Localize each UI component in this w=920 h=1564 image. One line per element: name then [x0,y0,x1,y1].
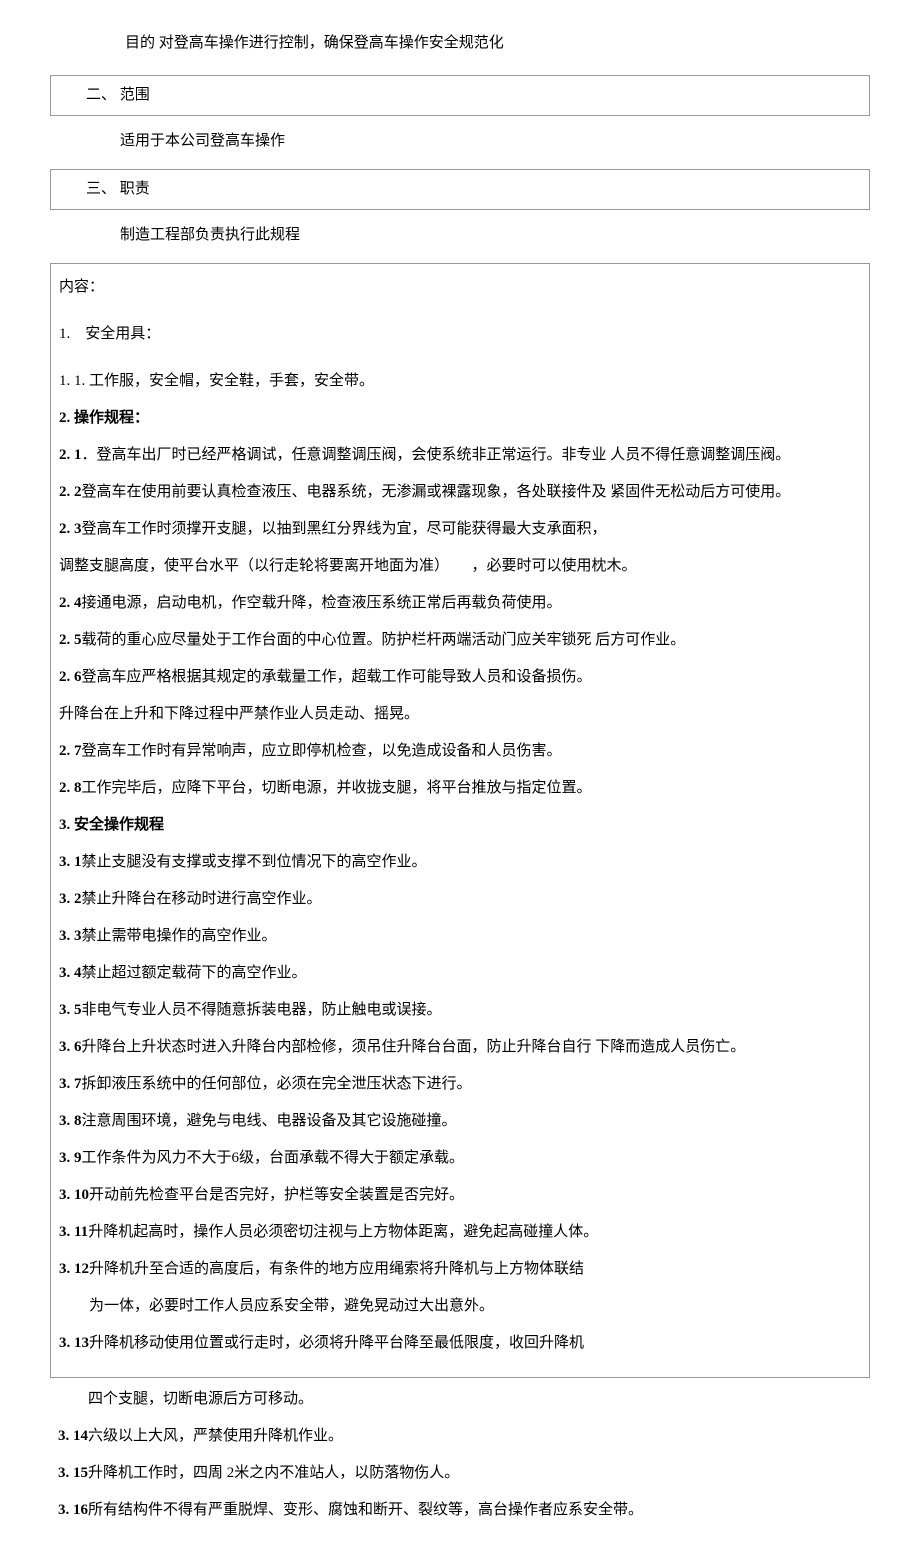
after-box-content: 四个支腿，切断电源后方可移动。 3. 14六级以上大风，严禁使用升降机作业。 3… [50,1386,870,1524]
item-3-9: 3. 9工作条件为风力不大于6级，台面承载不得大于额定承载。 [59,1145,861,1172]
item-3-6-num: 3. 6 [59,1039,82,1055]
item-3-4-num: 3. 4 [59,965,82,981]
item-1-1: 1. 1. 工作服，安全帽，安全鞋，手套，安全带。 [59,368,861,395]
section-2-header: 二、 范围 [50,75,870,116]
item-3-13: 3. 13升降机移动使用位置或行走时，必须将升降平台降至最低限度，收回升降机 [59,1330,861,1357]
section-2-label: 二、 范围 [86,82,859,109]
item-3-2-num: 3. 2 [59,891,82,907]
item-3-16-num: 3. 16 [58,1502,88,1518]
item-3-11-num: 3. 11 [59,1224,88,1240]
item-2-7-num: 2. 7 [59,743,82,759]
section-3-header: 三、 职责 [50,169,870,210]
section-2-content: 适用于本公司登高车操作 [120,128,870,155]
item-2-4: 2. 4接通电源，启动电机，作空载升降，检查液压系统正常后再载负荷使用。 [59,590,861,617]
item-3-4: 3. 4禁止超过额定载荷下的高空作业。 [59,960,861,987]
item-3-8: 3. 8注意周围环境，避免与电线、电器设备及其它设施碰撞。 [59,1108,861,1135]
item-3-12: 3. 12升降机升至合适的高度后，有条件的地方应用绳索将升降机与上方物体联结 [59,1256,861,1283]
item-3-2: 3. 2禁止升降台在移动时进行高空作业。 [59,886,861,913]
content-box: 内容： 1. 安全用具： 1. 1. 工作服，安全帽，安全鞋，手套，安全带。 2… [50,263,870,1378]
item-2-6-text: 登高车应严格根据其规定的承载量工作，超载工作可能导致人员和设备损伤。 [82,669,592,685]
item-2-5-text: 载荷的重心应尽量处于工作台面的中心位置。防护栏杆两端活动门应关牢锁死 后方可作业… [82,632,686,648]
item-2-1-num: 2. 1 [59,447,82,463]
item-3-5-num: 3. 5 [59,1002,82,1018]
section-3-content: 制造工程部负责执行此规程 [120,222,870,249]
item-3-6: 3. 6升降台上升状态时进入升降台内部检修，须吊住升降台台面，防止升降台自行 下… [59,1034,861,1061]
item-3-10-text: 开动前先检查平台是否完好，护栏等安全装置是否完好。 [89,1187,464,1203]
item-3-1: 3. 1禁止支腿没有支撑或支撑不到位情况下的高空作业。 [59,849,861,876]
item-3-12-text: 升降机升至合适的高度后，有条件的地方应用绳索将升降机与上方物体联结 [89,1261,584,1277]
item-2-3: 2. 3登高车工作时须撑开支腿，以抽到黑红分界线为宜，尽可能获得最大支承面积， [59,516,861,543]
item-3-4-text: 禁止超过额定载荷下的高空作业。 [82,965,307,981]
item-3-16: 3. 16所有结构件不得有严重脱焊、变形、腐蚀和断开、裂纹等，高台操作者应系安全… [58,1497,870,1524]
item-2-5: 2. 5载荷的重心应尽量处于工作台面的中心位置。防护栏杆两端活动门应关牢锁死 后… [59,627,861,654]
item-3-11: 3. 11升降机起高时，操作人员必须密切注视与上方物体距离，避免起高碰撞人体。 [59,1219,861,1246]
item-3-1-num: 3. 1 [59,854,82,870]
item-2-3-num: 2. 3 [59,521,82,537]
item-2-6: 2. 6登高车应严格根据其规定的承载量工作，超载工作可能导致人员和设备损伤。 [59,664,861,691]
item-2-2: 2. 2登高车在使用前要认真检查液压、电器系统，无渗漏或裸露现象，各处联接件及 … [59,479,861,506]
item-3-8-num: 3. 8 [59,1113,82,1129]
item-2-1: 2. 1．登高车出厂时已经严格调试，任意调整调压阀，会使系统非正常运行。非专业 … [59,442,861,469]
section-1-title: 1. 安全用具： [59,321,861,348]
item-3-14-text: 六级以上大风，严禁使用升降机作业。 [88,1428,343,1444]
item-2-8-text: 工作完毕后，应降下平台，切断电源，并收拢支腿，将平台推放与指定位置。 [82,780,592,796]
item-3-15-num: 3. 15 [58,1465,88,1481]
item-2-4-num: 2. 4 [59,595,82,611]
item-3-11-text: 升降机起高时，操作人员必须密切注视与上方物体距离，避免起高碰撞人体。 [88,1224,598,1240]
item-2-1-text: ．登高车出厂时已经严格调试，任意调整调压阀，会使系统非正常运行。非专业 人员不得… [82,447,791,463]
item-3-15: 3. 15升降机工作时，四周 2米之内不准站人，以防落物伤人。 [58,1460,870,1487]
item-3-16-text: 所有结构件不得有严重脱焊、变形、腐蚀和断开、裂纹等，高台操作者应系安全带。 [88,1502,643,1518]
item-2-7-text: 登高车工作时有异常响声，应立即停机检查，以免造成设备和人员伤害。 [82,743,562,759]
item-2-6-num: 2. 6 [59,669,82,685]
item-3-7-text: 拆卸液压系统中的任何部位，必须在完全泄压状态下进行。 [82,1076,472,1092]
item-3-14: 3. 14六级以上大风，严禁使用升降机作业。 [58,1423,870,1450]
section-3-label: 三、 职责 [86,176,859,203]
item-3-12b: 为一体，必要时工作人员应系安全带，避免晃动过大出意外。 [89,1293,861,1320]
item-3-9-text: 工作条件为风力不大于6级，台面承载不得大于额定承载。 [82,1150,465,1166]
item-3-15-text: 升降机工作时，四周 2米之内不准站人，以防落物伤人。 [88,1465,459,1481]
item-3-10-num: 3. 10 [59,1187,89,1203]
item-3-13b: 四个支腿，切断电源后方可移动。 [88,1386,870,1413]
item-2-3b: 调整支腿高度，使平台水平（以行走轮将要离开地面为准） ，必要时可以使用枕木。 [59,553,861,580]
content-title: 内容： [59,274,861,301]
item-3-13-num: 3. 13 [59,1335,89,1351]
item-2-5-num: 2. 5 [59,632,82,648]
item-2-7: 2. 7登高车工作时有异常响声，应立即停机检查，以免造成设备和人员伤害。 [59,738,861,765]
item-2-8-num: 2. 8 [59,780,82,796]
item-3-3-num: 3. 3 [59,928,82,944]
item-3-2-text: 禁止升降台在移动时进行高空作业。 [82,891,322,907]
item-2-4-text: 接通电源，启动电机，作空载升降，检查液压系统正常后再载负荷使用。 [82,595,562,611]
item-3-8-text: 注意周围环境，避免与电线、电器设备及其它设施碰撞。 [82,1113,457,1129]
item-2-8: 2. 8工作完毕后，应降下平台，切断电源，并收拢支腿，将平台推放与指定位置。 [59,775,861,802]
item-3-13-text: 升降机移动使用位置或行走时，必须将升降平台降至最低限度，收回升降机 [89,1335,584,1351]
item-3-3-text: 禁止需带电操作的高空作业。 [82,928,277,944]
section-2-title: 2. 操作规程： [59,405,861,432]
item-3-7-num: 3. 7 [59,1076,82,1092]
item-3-5-text: 非电气专业人员不得随意拆装电器，防止触电或误接。 [82,1002,442,1018]
item-3-6-text: 升降台上升状态时进入升降台内部检修，须吊住升降台台面，防止升降台自行 下降而造成… [82,1039,746,1055]
item-3-5: 3. 5非电气专业人员不得随意拆装电器，防止触电或误接。 [59,997,861,1024]
item-2-6b: 升降台在上升和下降过程中严禁作业人员走动、摇晃。 [59,701,861,728]
item-3-1-text: 禁止支腿没有支撑或支撑不到位情况下的高空作业。 [82,854,427,870]
item-3-7: 3. 7拆卸液压系统中的任何部位，必须在完全泄压状态下进行。 [59,1071,861,1098]
item-2-3-text: 登高车工作时须撑开支腿，以抽到黑红分界线为宜，尽可能获得最大支承面积， [82,521,607,537]
section-3b-title: 3. 安全操作规程 [59,812,861,839]
item-3-10: 3. 10开动前先检查平台是否完好，护栏等安全装置是否完好。 [59,1182,861,1209]
item-3-14-num: 3. 14 [58,1428,88,1444]
item-3-9-num: 3. 9 [59,1150,82,1166]
item-3-12-num: 3. 12 [59,1261,89,1277]
item-3-3: 3. 3禁止需带电操作的高空作业。 [59,923,861,950]
item-2-2-text: 登高车在使用前要认真检查液压、电器系统，无渗漏或裸露现象，各处联接件及 紧固件无… [82,484,791,500]
intro-text: 目的 对登高车操作进行控制，确保登高车操作安全规范化 [125,30,870,57]
item-2-2-num: 2. 2 [59,484,82,500]
